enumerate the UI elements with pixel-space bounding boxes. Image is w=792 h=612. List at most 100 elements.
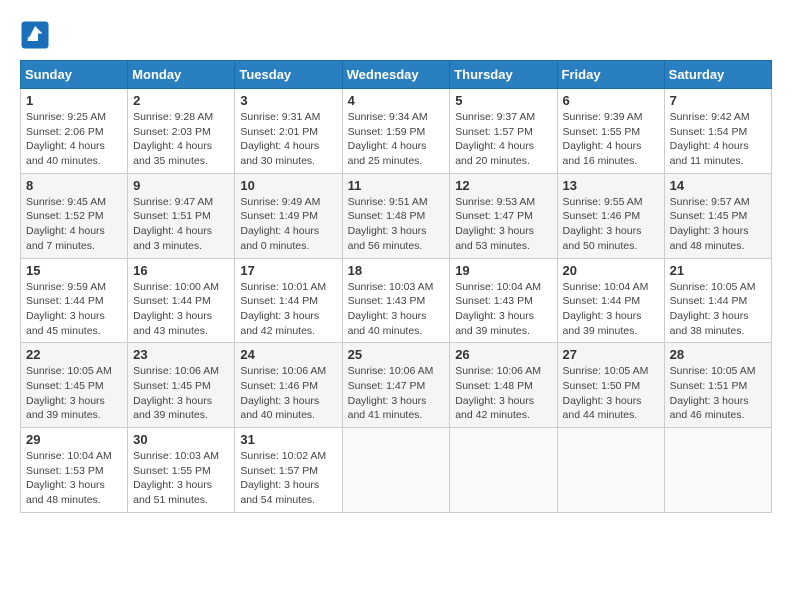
day-number: 24 bbox=[240, 347, 336, 362]
day-number: 9 bbox=[133, 178, 229, 193]
cell-details: Sunrise: 10:04 AMSunset: 1:53 PMDaylight… bbox=[26, 449, 122, 508]
calendar-week-row: 29 Sunrise: 10:04 AMSunset: 1:53 PMDayli… bbox=[21, 428, 772, 513]
calendar-cell: 12 Sunrise: 9:53 AMSunset: 1:47 PMDaylig… bbox=[450, 173, 557, 258]
calendar-cell: 22 Sunrise: 10:05 AMSunset: 1:45 PMDayli… bbox=[21, 343, 128, 428]
calendar-cell bbox=[557, 428, 664, 513]
day-number: 22 bbox=[26, 347, 122, 362]
calendar-cell: 4 Sunrise: 9:34 AMSunset: 1:59 PMDayligh… bbox=[342, 89, 450, 174]
day-number: 3 bbox=[240, 93, 336, 108]
weekday-header-cell: Tuesday bbox=[235, 61, 342, 89]
calendar-cell bbox=[342, 428, 450, 513]
day-number: 27 bbox=[563, 347, 659, 362]
cell-details: Sunrise: 10:06 AMSunset: 1:45 PMDaylight… bbox=[133, 364, 229, 423]
cell-details: Sunrise: 10:05 AMSunset: 1:44 PMDaylight… bbox=[670, 280, 766, 339]
day-number: 20 bbox=[563, 263, 659, 278]
day-number: 13 bbox=[563, 178, 659, 193]
logo-icon bbox=[20, 20, 50, 50]
day-number: 5 bbox=[455, 93, 551, 108]
day-number: 8 bbox=[26, 178, 122, 193]
calendar-cell: 7 Sunrise: 9:42 AMSunset: 1:54 PMDayligh… bbox=[664, 89, 771, 174]
cell-details: Sunrise: 9:42 AMSunset: 1:54 PMDaylight:… bbox=[670, 110, 766, 169]
logo bbox=[20, 20, 54, 50]
calendar-cell: 6 Sunrise: 9:39 AMSunset: 1:55 PMDayligh… bbox=[557, 89, 664, 174]
cell-details: Sunrise: 10:06 AMSunset: 1:46 PMDaylight… bbox=[240, 364, 336, 423]
cell-details: Sunrise: 9:31 AMSunset: 2:01 PMDaylight:… bbox=[240, 110, 336, 169]
day-number: 23 bbox=[133, 347, 229, 362]
weekday-header-cell: Monday bbox=[128, 61, 235, 89]
weekday-header-cell: Thursday bbox=[450, 61, 557, 89]
calendar-cell: 17 Sunrise: 10:01 AMSunset: 1:44 PMDayli… bbox=[235, 258, 342, 343]
cell-details: Sunrise: 10:01 AMSunset: 1:44 PMDaylight… bbox=[240, 280, 336, 339]
day-number: 2 bbox=[133, 93, 229, 108]
day-number: 25 bbox=[348, 347, 445, 362]
cell-details: Sunrise: 9:55 AMSunset: 1:46 PMDaylight:… bbox=[563, 195, 659, 254]
calendar-week-row: 22 Sunrise: 10:05 AMSunset: 1:45 PMDayli… bbox=[21, 343, 772, 428]
cell-details: Sunrise: 10:02 AMSunset: 1:57 PMDaylight… bbox=[240, 449, 336, 508]
calendar-body: 1 Sunrise: 9:25 AMSunset: 2:06 PMDayligh… bbox=[21, 89, 772, 513]
cell-details: Sunrise: 9:53 AMSunset: 1:47 PMDaylight:… bbox=[455, 195, 551, 254]
day-number: 21 bbox=[670, 263, 766, 278]
calendar-table: SundayMondayTuesdayWednesdayThursdayFrid… bbox=[20, 60, 772, 513]
cell-details: Sunrise: 10:05 AMSunset: 1:50 PMDaylight… bbox=[563, 364, 659, 423]
calendar-cell: 26 Sunrise: 10:06 AMSunset: 1:48 PMDayli… bbox=[450, 343, 557, 428]
calendar-cell: 5 Sunrise: 9:37 AMSunset: 1:57 PMDayligh… bbox=[450, 89, 557, 174]
cell-details: Sunrise: 9:49 AMSunset: 1:49 PMDaylight:… bbox=[240, 195, 336, 254]
cell-details: Sunrise: 10:00 AMSunset: 1:44 PMDaylight… bbox=[133, 280, 229, 339]
weekday-header-cell: Sunday bbox=[21, 61, 128, 89]
weekday-header-row: SundayMondayTuesdayWednesdayThursdayFrid… bbox=[21, 61, 772, 89]
cell-details: Sunrise: 10:05 AMSunset: 1:45 PMDaylight… bbox=[26, 364, 122, 423]
calendar-cell: 19 Sunrise: 10:04 AMSunset: 1:43 PMDayli… bbox=[450, 258, 557, 343]
calendar-week-row: 8 Sunrise: 9:45 AMSunset: 1:52 PMDayligh… bbox=[21, 173, 772, 258]
calendar-cell: 25 Sunrise: 10:06 AMSunset: 1:47 PMDayli… bbox=[342, 343, 450, 428]
cell-details: Sunrise: 9:57 AMSunset: 1:45 PMDaylight:… bbox=[670, 195, 766, 254]
calendar-cell: 20 Sunrise: 10:04 AMSunset: 1:44 PMDayli… bbox=[557, 258, 664, 343]
calendar-cell: 10 Sunrise: 9:49 AMSunset: 1:49 PMDaylig… bbox=[235, 173, 342, 258]
calendar-cell: 23 Sunrise: 10:06 AMSunset: 1:45 PMDayli… bbox=[128, 343, 235, 428]
page-header bbox=[20, 20, 772, 50]
calendar-cell: 9 Sunrise: 9:47 AMSunset: 1:51 PMDayligh… bbox=[128, 173, 235, 258]
calendar-cell: 24 Sunrise: 10:06 AMSunset: 1:46 PMDayli… bbox=[235, 343, 342, 428]
calendar-cell bbox=[664, 428, 771, 513]
weekday-header-cell: Friday bbox=[557, 61, 664, 89]
cell-details: Sunrise: 10:05 AMSunset: 1:51 PMDaylight… bbox=[670, 364, 766, 423]
calendar-cell: 28 Sunrise: 10:05 AMSunset: 1:51 PMDayli… bbox=[664, 343, 771, 428]
calendar-cell: 18 Sunrise: 10:03 AMSunset: 1:43 PMDayli… bbox=[342, 258, 450, 343]
cell-details: Sunrise: 9:39 AMSunset: 1:55 PMDaylight:… bbox=[563, 110, 659, 169]
weekday-header-cell: Wednesday bbox=[342, 61, 450, 89]
cell-details: Sunrise: 9:51 AMSunset: 1:48 PMDaylight:… bbox=[348, 195, 445, 254]
day-number: 17 bbox=[240, 263, 336, 278]
calendar-cell bbox=[450, 428, 557, 513]
calendar-cell: 27 Sunrise: 10:05 AMSunset: 1:50 PMDayli… bbox=[557, 343, 664, 428]
calendar-cell: 30 Sunrise: 10:03 AMSunset: 1:55 PMDayli… bbox=[128, 428, 235, 513]
calendar-cell: 1 Sunrise: 9:25 AMSunset: 2:06 PMDayligh… bbox=[21, 89, 128, 174]
day-number: 11 bbox=[348, 178, 445, 193]
calendar-cell: 8 Sunrise: 9:45 AMSunset: 1:52 PMDayligh… bbox=[21, 173, 128, 258]
day-number: 19 bbox=[455, 263, 551, 278]
calendar-cell: 16 Sunrise: 10:00 AMSunset: 1:44 PMDayli… bbox=[128, 258, 235, 343]
day-number: 1 bbox=[26, 93, 122, 108]
cell-details: Sunrise: 9:37 AMSunset: 1:57 PMDaylight:… bbox=[455, 110, 551, 169]
cell-details: Sunrise: 9:34 AMSunset: 1:59 PMDaylight:… bbox=[348, 110, 445, 169]
day-number: 16 bbox=[133, 263, 229, 278]
calendar-cell: 21 Sunrise: 10:05 AMSunset: 1:44 PMDayli… bbox=[664, 258, 771, 343]
day-number: 10 bbox=[240, 178, 336, 193]
day-number: 28 bbox=[670, 347, 766, 362]
cell-details: Sunrise: 9:47 AMSunset: 1:51 PMDaylight:… bbox=[133, 195, 229, 254]
calendar-week-row: 15 Sunrise: 9:59 AMSunset: 1:44 PMDaylig… bbox=[21, 258, 772, 343]
day-number: 26 bbox=[455, 347, 551, 362]
cell-details: Sunrise: 10:04 AMSunset: 1:43 PMDaylight… bbox=[455, 280, 551, 339]
day-number: 15 bbox=[26, 263, 122, 278]
cell-details: Sunrise: 9:59 AMSunset: 1:44 PMDaylight:… bbox=[26, 280, 122, 339]
day-number: 31 bbox=[240, 432, 336, 447]
cell-details: Sunrise: 10:03 AMSunset: 1:43 PMDaylight… bbox=[348, 280, 445, 339]
cell-details: Sunrise: 10:03 AMSunset: 1:55 PMDaylight… bbox=[133, 449, 229, 508]
day-number: 6 bbox=[563, 93, 659, 108]
cell-details: Sunrise: 9:45 AMSunset: 1:52 PMDaylight:… bbox=[26, 195, 122, 254]
day-number: 4 bbox=[348, 93, 445, 108]
weekday-header-cell: Saturday bbox=[664, 61, 771, 89]
calendar-cell: 31 Sunrise: 10:02 AMSunset: 1:57 PMDayli… bbox=[235, 428, 342, 513]
cell-details: Sunrise: 9:25 AMSunset: 2:06 PMDaylight:… bbox=[26, 110, 122, 169]
calendar-cell: 29 Sunrise: 10:04 AMSunset: 1:53 PMDayli… bbox=[21, 428, 128, 513]
day-number: 18 bbox=[348, 263, 445, 278]
calendar-cell: 3 Sunrise: 9:31 AMSunset: 2:01 PMDayligh… bbox=[235, 89, 342, 174]
